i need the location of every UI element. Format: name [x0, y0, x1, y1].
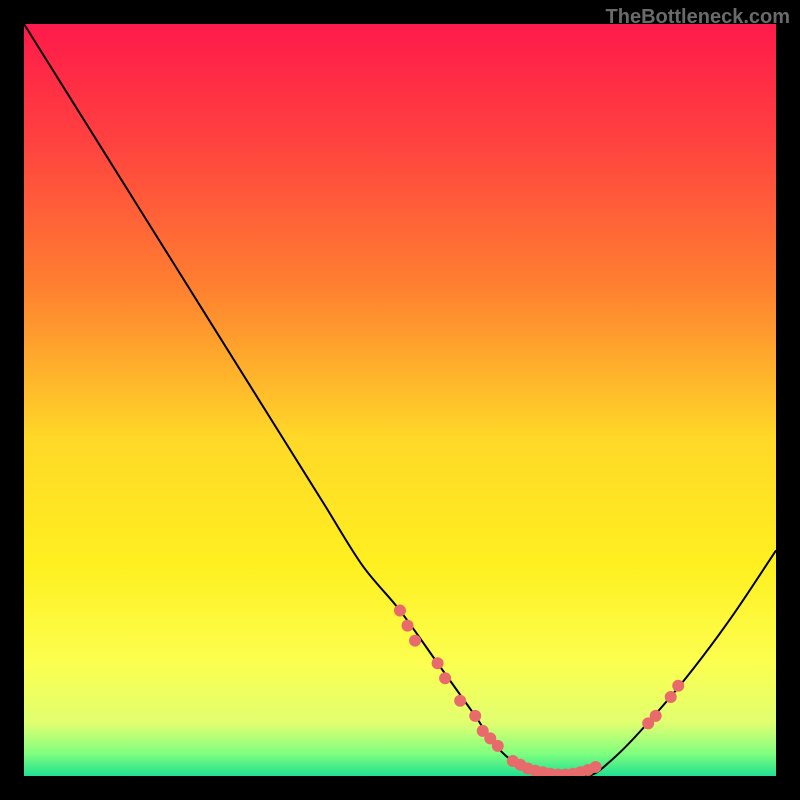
bottleneck-curve — [24, 24, 776, 776]
data-marker — [672, 680, 684, 692]
data-marker — [394, 605, 406, 617]
data-marker — [590, 761, 602, 773]
data-marker — [665, 691, 677, 703]
chart-plot-area — [24, 24, 776, 776]
data-marker — [469, 710, 481, 722]
data-marker — [409, 635, 421, 647]
data-marker — [402, 620, 414, 632]
watermark-text: TheBottleneck.com — [606, 6, 790, 29]
data-markers — [394, 605, 684, 776]
data-marker — [439, 672, 451, 684]
data-marker — [492, 740, 504, 752]
chart-curve-layer — [24, 24, 776, 776]
data-marker — [650, 710, 662, 722]
data-marker — [454, 695, 466, 707]
data-marker — [432, 657, 444, 669]
